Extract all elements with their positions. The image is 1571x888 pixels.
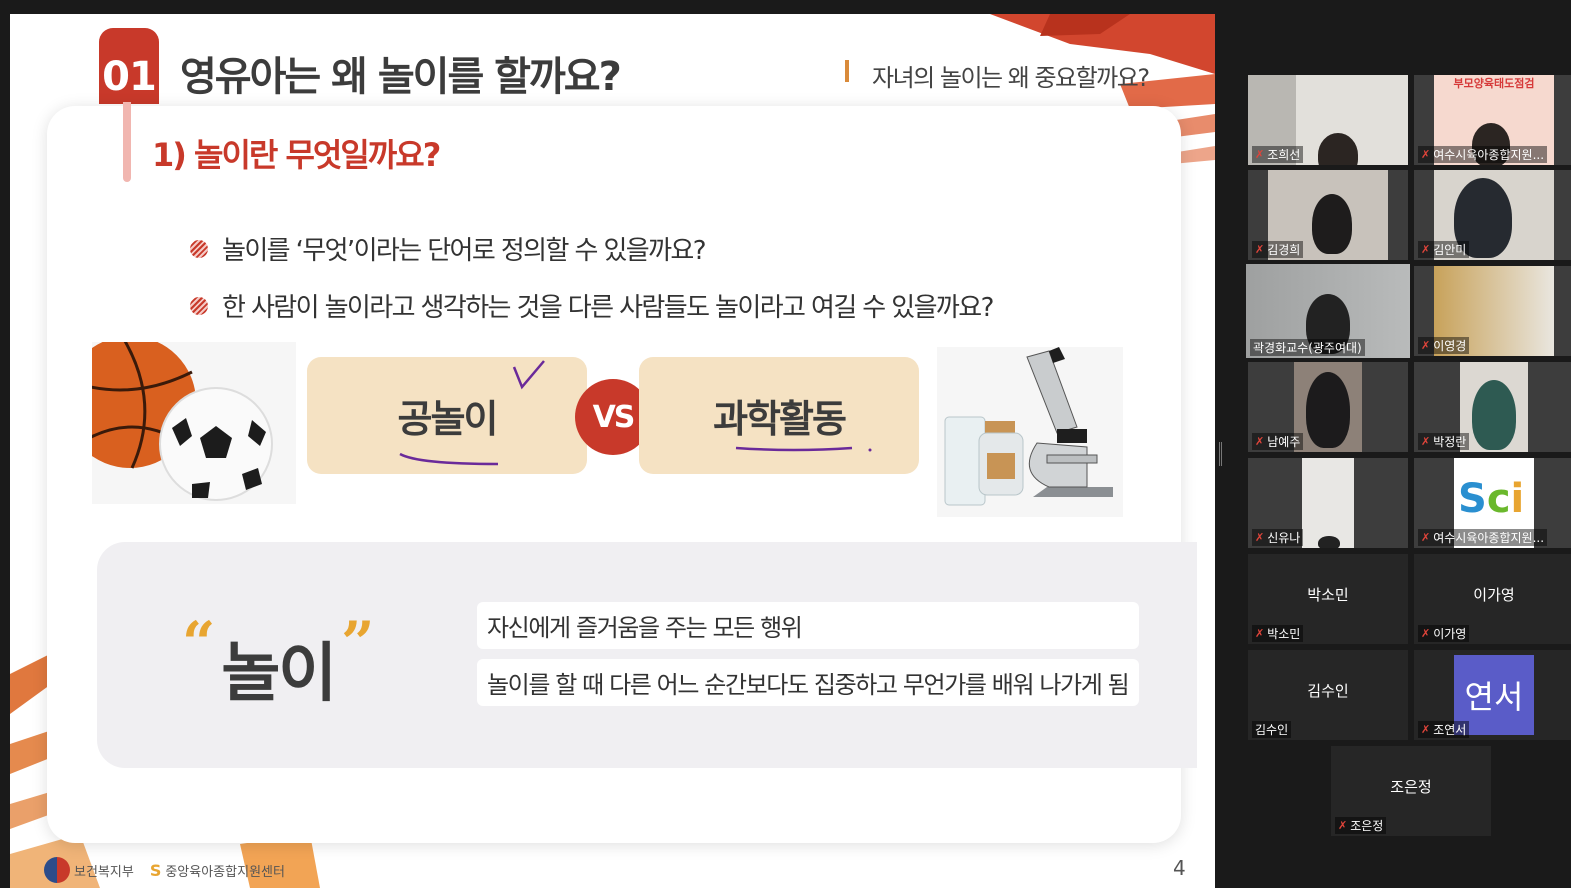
logo-center: S 중앙육아종합지원센터	[150, 861, 285, 880]
participant-center-name: 박소민	[1307, 586, 1349, 604]
participant-tile-active-speaker[interactable]: 곽경화교수(광주여대)	[1246, 264, 1410, 358]
participant-name-label: ✗ 조희선	[1252, 146, 1304, 163]
logo-mohw-text: 보건복지부	[74, 864, 134, 880]
mic-off-icon: ✗	[1421, 627, 1431, 640]
participant-tile[interactable]: 연서 ✗ 조연서	[1414, 650, 1571, 740]
mic-off-icon: ✗	[1255, 243, 1265, 256]
participant-name-label: ✗ 여수시육아종합지원...	[1418, 146, 1548, 163]
participant-name-label: ✗ 조연서	[1418, 721, 1470, 738]
participant-tile[interactable]: ✗ 이영경	[1414, 266, 1571, 356]
definition-line: 자신에게 즐거움을 주는 모든 행위	[477, 602, 1139, 649]
participant-tile[interactable]: 김수인 김수인	[1248, 650, 1408, 740]
center-logo-icon: Sci	[1458, 476, 1525, 522]
compare-box-left: 공놀이	[307, 357, 587, 474]
participant-tile[interactable]: Sci ✗ 여수시육아종합지원...	[1414, 458, 1571, 548]
mic-off-icon: ✗	[1255, 627, 1265, 640]
section-rail	[123, 102, 131, 182]
banner-text: 부모양육태도점검	[1453, 77, 1535, 90]
mic-off-icon: ✗	[1421, 435, 1431, 448]
participant-name-label: ✗ 신유나	[1252, 529, 1304, 546]
basketball-soccer-icon	[92, 342, 273, 501]
zoom-window: 01 영유아는 왜 놀이를 할까요? 자녀의 놀이는 왜 중요할까요? 1) 놀…	[0, 0, 1571, 888]
participant-tile[interactable]: ✗ 김안미	[1414, 170, 1571, 260]
participant-tile[interactable]: 부모양육태도점검 ✗ 여수시육아종합지원...	[1414, 75, 1571, 165]
participant-center-name: 조은정	[1390, 778, 1432, 796]
chapter-number-badge: 01	[99, 28, 159, 104]
participant-center-name: 김수인	[1307, 682, 1349, 700]
open-quote-icon: “	[182, 609, 216, 677]
bullet-icon	[190, 239, 208, 258]
close-quote-icon: ”	[341, 609, 375, 677]
page-number: 4	[1173, 856, 1186, 880]
participant-name-label: 곽경화교수(광주여대)	[1250, 339, 1365, 356]
participant-tile[interactable]: ✗ 박정란	[1414, 362, 1571, 452]
science-image	[937, 347, 1123, 517]
participant-name-label: ✗ 이가영	[1418, 625, 1470, 642]
participant-tile[interactable]: 조은정 ✗ 조은정	[1331, 746, 1491, 836]
question-text: 한 사람이 놀이라고 생각하는 것을 다른 사람들도 놀이라고 여길 수 있을까…	[222, 293, 994, 323]
footer-logos: 보건복지부 S 중앙육아종합지원센터	[44, 857, 285, 883]
participant-name-label: ✗ 남예주	[1252, 433, 1304, 450]
definition-line: 놀이를 할 때 다른 어느 순간보다도 집중하고 무언가를 배워 나가게 됨	[477, 659, 1139, 706]
mic-off-icon: ✗	[1421, 723, 1431, 736]
logo-center-text: 중앙육아종합지원센터	[165, 864, 285, 880]
slide-title: 영유아는 왜 놀이를 할까요?	[180, 54, 622, 100]
definition-term-text: 놀이	[221, 637, 337, 711]
participant-tile[interactable]: ✗ 신유나	[1248, 458, 1408, 548]
participant-tile[interactable]: 이가영 ✗ 이가영	[1414, 554, 1571, 644]
balls-image	[92, 342, 296, 504]
question-text: 놀이를 ‘무엇’이라는 단어로 정의할 수 있을까요?	[222, 236, 707, 266]
section-title: 1) 놀이란 무엇일까요?	[152, 136, 441, 174]
participant-name-label: ✗ 박소민	[1252, 625, 1304, 642]
center-logo-icon: S	[149, 860, 162, 880]
definition-term: “ 놀이 ”	[182, 614, 375, 714]
header-divider	[845, 60, 849, 82]
bullet-icon	[190, 296, 208, 315]
participant-name-label: ✗ 김경희	[1252, 241, 1304, 258]
participant-tile[interactable]: ✗ 남예주	[1248, 362, 1408, 452]
microscope-icon	[944, 347, 1113, 506]
participant-tile[interactable]: ✗ 김경희	[1248, 170, 1408, 260]
mic-off-icon: ✗	[1421, 339, 1431, 352]
slide-subtitle: 자녀의 놀이는 왜 중요할까요?	[872, 64, 1150, 92]
participant-name-label: ✗ 여수시육아종합지원...	[1418, 529, 1548, 546]
mic-off-icon: ✗	[1421, 148, 1431, 161]
participant-name-label: ✗ 김안미	[1418, 241, 1470, 258]
mic-off-icon: ✗	[1255, 148, 1265, 161]
question-item: 놀이를 ‘무엇’이라는 단어로 정의할 수 있을까요?	[190, 230, 707, 267]
participant-name-label: 김수인	[1252, 721, 1292, 738]
question-item: 한 사람이 놀이라고 생각하는 것을 다른 사람들도 놀이라고 여길 수 있을까…	[190, 287, 994, 324]
participant-name-label: ✗ 조은정	[1335, 817, 1387, 834]
taegeuk-logo-icon	[44, 857, 70, 883]
panel-splitter-handle[interactable]	[1219, 442, 1222, 466]
participant-name-label: ✗ 박정란	[1418, 433, 1470, 450]
mic-off-icon: ✗	[1338, 819, 1348, 832]
mic-off-icon: ✗	[1421, 243, 1431, 256]
participant-center-name: 이가영	[1473, 586, 1515, 604]
mic-off-icon: ✗	[1255, 531, 1265, 544]
participant-tile[interactable]: 박소민 ✗ 박소민	[1248, 554, 1408, 644]
compare-right-label: 과학활동	[713, 397, 847, 441]
shared-slide: 01 영유아는 왜 놀이를 할까요? 자녀의 놀이는 왜 중요할까요? 1) 놀…	[10, 14, 1215, 888]
logo-mohw: 보건복지부	[44, 857, 134, 883]
mic-off-icon: ✗	[1421, 531, 1431, 544]
participant-tile[interactable]: ✗ 조희선	[1248, 75, 1408, 165]
participant-name-label: ✗ 이영경	[1418, 337, 1470, 354]
mic-off-icon: ✗	[1255, 435, 1265, 448]
compare-left-label: 공놀이	[397, 397, 499, 441]
compare-box-right: 과학활동	[639, 357, 919, 474]
